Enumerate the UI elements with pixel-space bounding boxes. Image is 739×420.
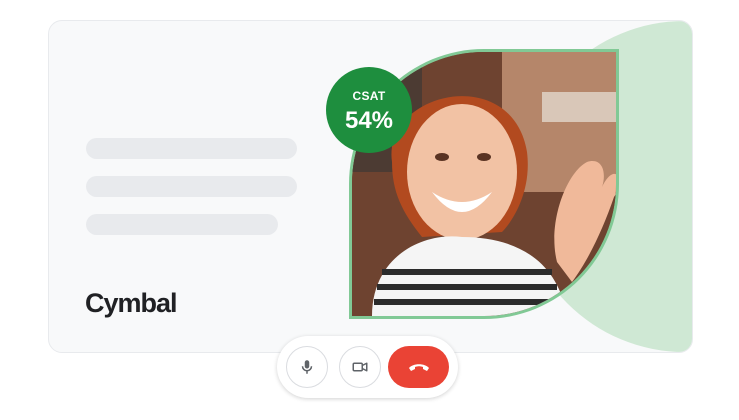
text-placeholder-line — [86, 214, 278, 235]
call-controls-bar — [277, 336, 458, 398]
hangup-button[interactable] — [388, 346, 449, 388]
text-placeholder-line — [86, 138, 297, 159]
phone-hangup-icon — [408, 364, 429, 371]
camera-button[interactable] — [339, 346, 381, 388]
text-placeholder-line — [86, 176, 297, 197]
mic-icon — [301, 360, 313, 374]
csat-badge: CSAT 54% — [326, 67, 412, 153]
mic-button[interactable] — [286, 346, 328, 388]
brand-logo: Cymbal — [85, 288, 178, 318]
video-camera-icon — [352, 362, 368, 372]
csat-label: CSAT — [352, 89, 386, 103]
csat-value: 54% — [344, 107, 394, 134]
